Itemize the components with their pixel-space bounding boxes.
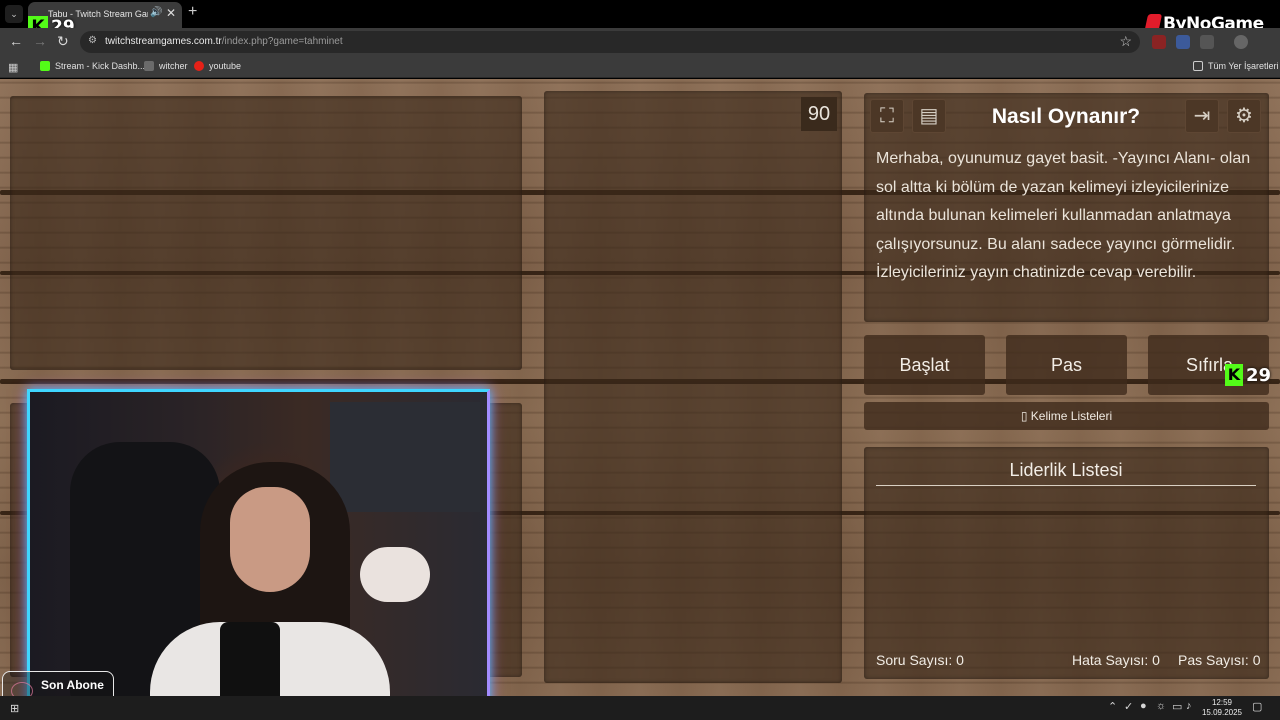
pass-count-label: Pas Sayısı: bbox=[1178, 652, 1249, 668]
url-bar[interactable]: ⚙ twitchstreamgames.com.tr/index.php?gam… bbox=[80, 31, 1140, 53]
webcam-overlay bbox=[27, 389, 490, 716]
question-count-value: 0 bbox=[956, 652, 964, 668]
how-to-play-text: Merhaba, oyunumuz gayet basit. -Yayıncı … bbox=[876, 150, 1251, 282]
pass-button[interactable]: Pas bbox=[1006, 335, 1127, 395]
bookmark-witcher[interactable]: witcher bbox=[144, 61, 188, 71]
leaderboard-divider bbox=[876, 485, 1256, 486]
bookmark-label: Stream - Kick Dashb... bbox=[55, 61, 146, 71]
windows-taskbar: ⊞ ⌃ ✓ ● ☼ ▭ ♪ 12:59 15.09.2025 ▢ bbox=[0, 696, 1280, 720]
url-path: /index.php?game=tahminet bbox=[221, 36, 343, 47]
url-host: twitchstreamgames.com.tr bbox=[105, 36, 222, 47]
streamer-face bbox=[230, 487, 310, 592]
pass-count: Pas Sayısı: 0 bbox=[1178, 652, 1261, 668]
settings-gear-icon[interactable]: ⚙ bbox=[1227, 99, 1261, 133]
bookmarks-bar: ▦ Stream - Kick Dashb... witcher youtube… bbox=[0, 56, 1280, 78]
browser-tab-bar: ⌄ Tabu - Twitch Stream Games 🔊 ✕ + K 29 … bbox=[0, 0, 1280, 38]
wall-shelf bbox=[330, 402, 480, 512]
leaderboard-panel bbox=[864, 447, 1269, 679]
close-icon[interactable]: ✕ bbox=[166, 6, 176, 20]
windows-start-icon[interactable]: ⊞ bbox=[10, 702, 19, 715]
question-count-label: Soru Sayısı: bbox=[876, 652, 953, 668]
kick-logo-icon: K bbox=[1225, 364, 1243, 386]
extension-icon[interactable] bbox=[1152, 35, 1166, 49]
bookmark-label: youtube bbox=[209, 61, 242, 71]
document-icon: ▯ bbox=[1020, 409, 1031, 423]
apps-grid-icon[interactable]: ▦ bbox=[8, 61, 18, 74]
how-to-play-title: Nasıl Oynanır? bbox=[991, 105, 1141, 128]
tray-app-icon[interactable]: ✓ bbox=[1124, 700, 1133, 713]
url-text[interactable]: twitchstreamgames.com.tr/index.php?game=… bbox=[105, 36, 343, 47]
clock-date: 15.09.2025 bbox=[1201, 708, 1243, 717]
tray-chevron-icon[interactable]: ⌃ bbox=[1108, 700, 1117, 713]
question-count: Soru Sayısı: 0 bbox=[876, 652, 964, 668]
bookmark-star-icon[interactable]: ☆ bbox=[1119, 33, 1132, 50]
back-arrow-icon[interactable]: ← bbox=[9, 33, 23, 49]
bookmark-label: Tüm Yer İşaretleri bbox=[1208, 61, 1279, 71]
forward-arrow-icon[interactable]: → bbox=[33, 33, 47, 49]
kick-logo-icon bbox=[40, 61, 50, 71]
error-count: Hata Sayısı: 0 bbox=[1072, 652, 1160, 668]
folder-icon bbox=[1193, 61, 1203, 71]
reload-icon[interactable]: ↻ bbox=[57, 33, 69, 50]
fullscreen-icon[interactable]: ⛶ bbox=[870, 99, 904, 133]
notifications-icon[interactable]: ▢ bbox=[1252, 700, 1262, 713]
extensions-puzzle-icon[interactable] bbox=[1200, 35, 1214, 49]
clock-time: 12:59 bbox=[1211, 698, 1233, 707]
microphone-icon[interactable]: ● bbox=[1140, 700, 1147, 712]
volume-icon[interactable]: ♪ bbox=[1186, 700, 1192, 712]
plush-toy bbox=[360, 547, 430, 602]
tab-search-chevron-icon[interactable]: ⌄ bbox=[5, 5, 23, 23]
word-card-panel bbox=[10, 96, 522, 370]
error-count-label: Hata Sayısı: bbox=[1072, 652, 1149, 668]
extension-icon[interactable] bbox=[1176, 35, 1190, 49]
bookmark-kick-dashboard[interactable]: Stream - Kick Dashb... bbox=[40, 61, 145, 71]
error-count-value: 0 bbox=[1152, 652, 1160, 668]
notes-icon[interactable]: ▤ bbox=[912, 99, 946, 133]
pass-count-value: 0 bbox=[1252, 652, 1261, 668]
witcher-icon bbox=[144, 61, 154, 71]
taskbar-clock[interactable]: 12:59 15.09.2025 bbox=[1200, 698, 1244, 718]
speaker-icon[interactable]: 🔊 bbox=[150, 7, 162, 18]
profile-avatar[interactable] bbox=[1234, 35, 1248, 49]
countdown-timer: 90 bbox=[801, 97, 837, 131]
address-toolbar: ← → ↻ ⚙ twitchstreamgames.com.tr/index.p… bbox=[0, 28, 1280, 77]
exit-icon[interactable]: ⇥ bbox=[1185, 99, 1219, 133]
kick-count: 29 bbox=[1246, 364, 1272, 386]
bookmark-youtube[interactable]: youtube bbox=[194, 61, 241, 71]
new-tab-button[interactable]: + bbox=[188, 3, 197, 21]
bookmark-label: witcher bbox=[159, 61, 188, 71]
forbidden-words-panel bbox=[544, 91, 842, 683]
word-lists-button[interactable]: ▯ Kelime Listeleri bbox=[864, 402, 1269, 430]
all-bookmarks-folder[interactable]: Tüm Yer İşaretleri bbox=[1193, 61, 1279, 71]
youtube-icon bbox=[194, 61, 204, 71]
leaderboard-title: Liderlik Listesi bbox=[1009, 460, 1123, 480]
brightness-icon[interactable]: ☼ bbox=[1156, 700, 1166, 712]
word-lists-label: Kelime Listeleri bbox=[1030, 409, 1113, 423]
site-info-icon[interactable]: ⚙ bbox=[88, 35, 97, 46]
network-icon[interactable]: ▭ bbox=[1172, 700, 1182, 713]
kick-follower-badge: K 29 bbox=[1225, 364, 1271, 386]
start-button[interactable]: Başlat bbox=[864, 335, 985, 395]
